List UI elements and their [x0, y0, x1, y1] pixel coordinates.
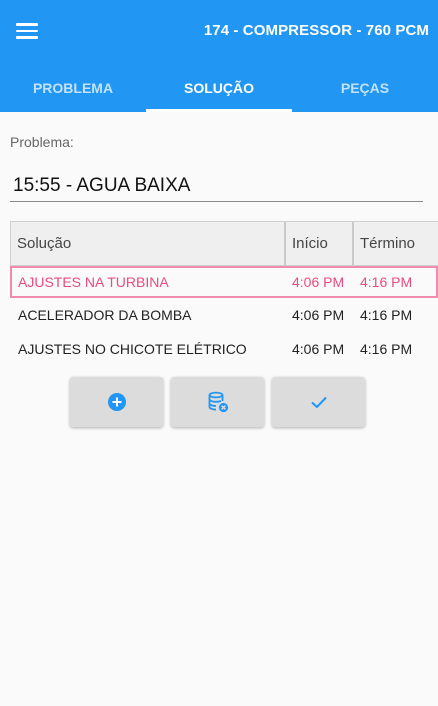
- column-header-termino[interactable]: Término: [354, 222, 415, 265]
- plus-circle-icon: [107, 393, 126, 411]
- termino-cell: 4:16 PM: [360, 274, 413, 290]
- table-header: Solução Início Término: [10, 221, 438, 266]
- solutions-table: Solução Início Término AJUSTES NA TURBIN…: [10, 221, 438, 366]
- add-solution-button[interactable]: [70, 377, 163, 427]
- termino-cell: 4:16 PM: [360, 341, 413, 357]
- database-remove-icon: [208, 391, 228, 413]
- toolbar: 174 - COMPRESSOR - 760 PCM: [0, 0, 438, 64]
- page-title: 174 - COMPRESSOR - 760 PCM: [203, 22, 429, 39]
- tab-problema[interactable]: PROBLEMA: [0, 64, 146, 112]
- solucao-cell: AJUSTES NO CHICOTE ELÉTRICO: [18, 341, 247, 357]
- confirm-button[interactable]: [272, 377, 365, 427]
- hamburger-menu-icon[interactable]: [16, 22, 38, 40]
- problema-label: Problema:: [10, 134, 74, 150]
- delete-solution-button[interactable]: [171, 377, 264, 427]
- tab-solucao[interactable]: SOLUÇÃO: [146, 64, 292, 112]
- app-bar: 174 - COMPRESSOR - 760 PCM PROBLEMA SOLU…: [0, 0, 438, 112]
- termino-cell: 4:16 PM: [360, 307, 413, 323]
- inicio-cell: 4:06 PM: [292, 274, 345, 290]
- checkmark-icon: [310, 396, 327, 409]
- table-row[interactable]: ACELERADOR DA BOMBA 4:06 PM 4:16 PM: [10, 299, 438, 331]
- solucao-cell: AJUSTES NA TURBINA: [18, 274, 169, 290]
- tab-bar: PROBLEMA SOLUÇÃO PEÇAS: [0, 64, 438, 112]
- solucao-cell: ACELERADOR DA BOMBA: [18, 307, 192, 323]
- problema-field[interactable]: [10, 170, 423, 202]
- inicio-cell: 4:06 PM: [292, 341, 345, 357]
- table-row[interactable]: AJUSTES NA TURBINA 4:06 PM 4:16 PM: [10, 266, 438, 298]
- inicio-cell: 4:06 PM: [292, 307, 345, 323]
- tab-pecas[interactable]: PEÇAS: [292, 64, 438, 112]
- column-header-inicio[interactable]: Início: [286, 222, 328, 265]
- table-row[interactable]: AJUSTES NO CHICOTE ELÉTRICO 4:06 PM 4:16…: [10, 333, 438, 365]
- active-tab-indicator: [146, 109, 292, 112]
- column-header-solucao[interactable]: Solução: [11, 222, 71, 265]
